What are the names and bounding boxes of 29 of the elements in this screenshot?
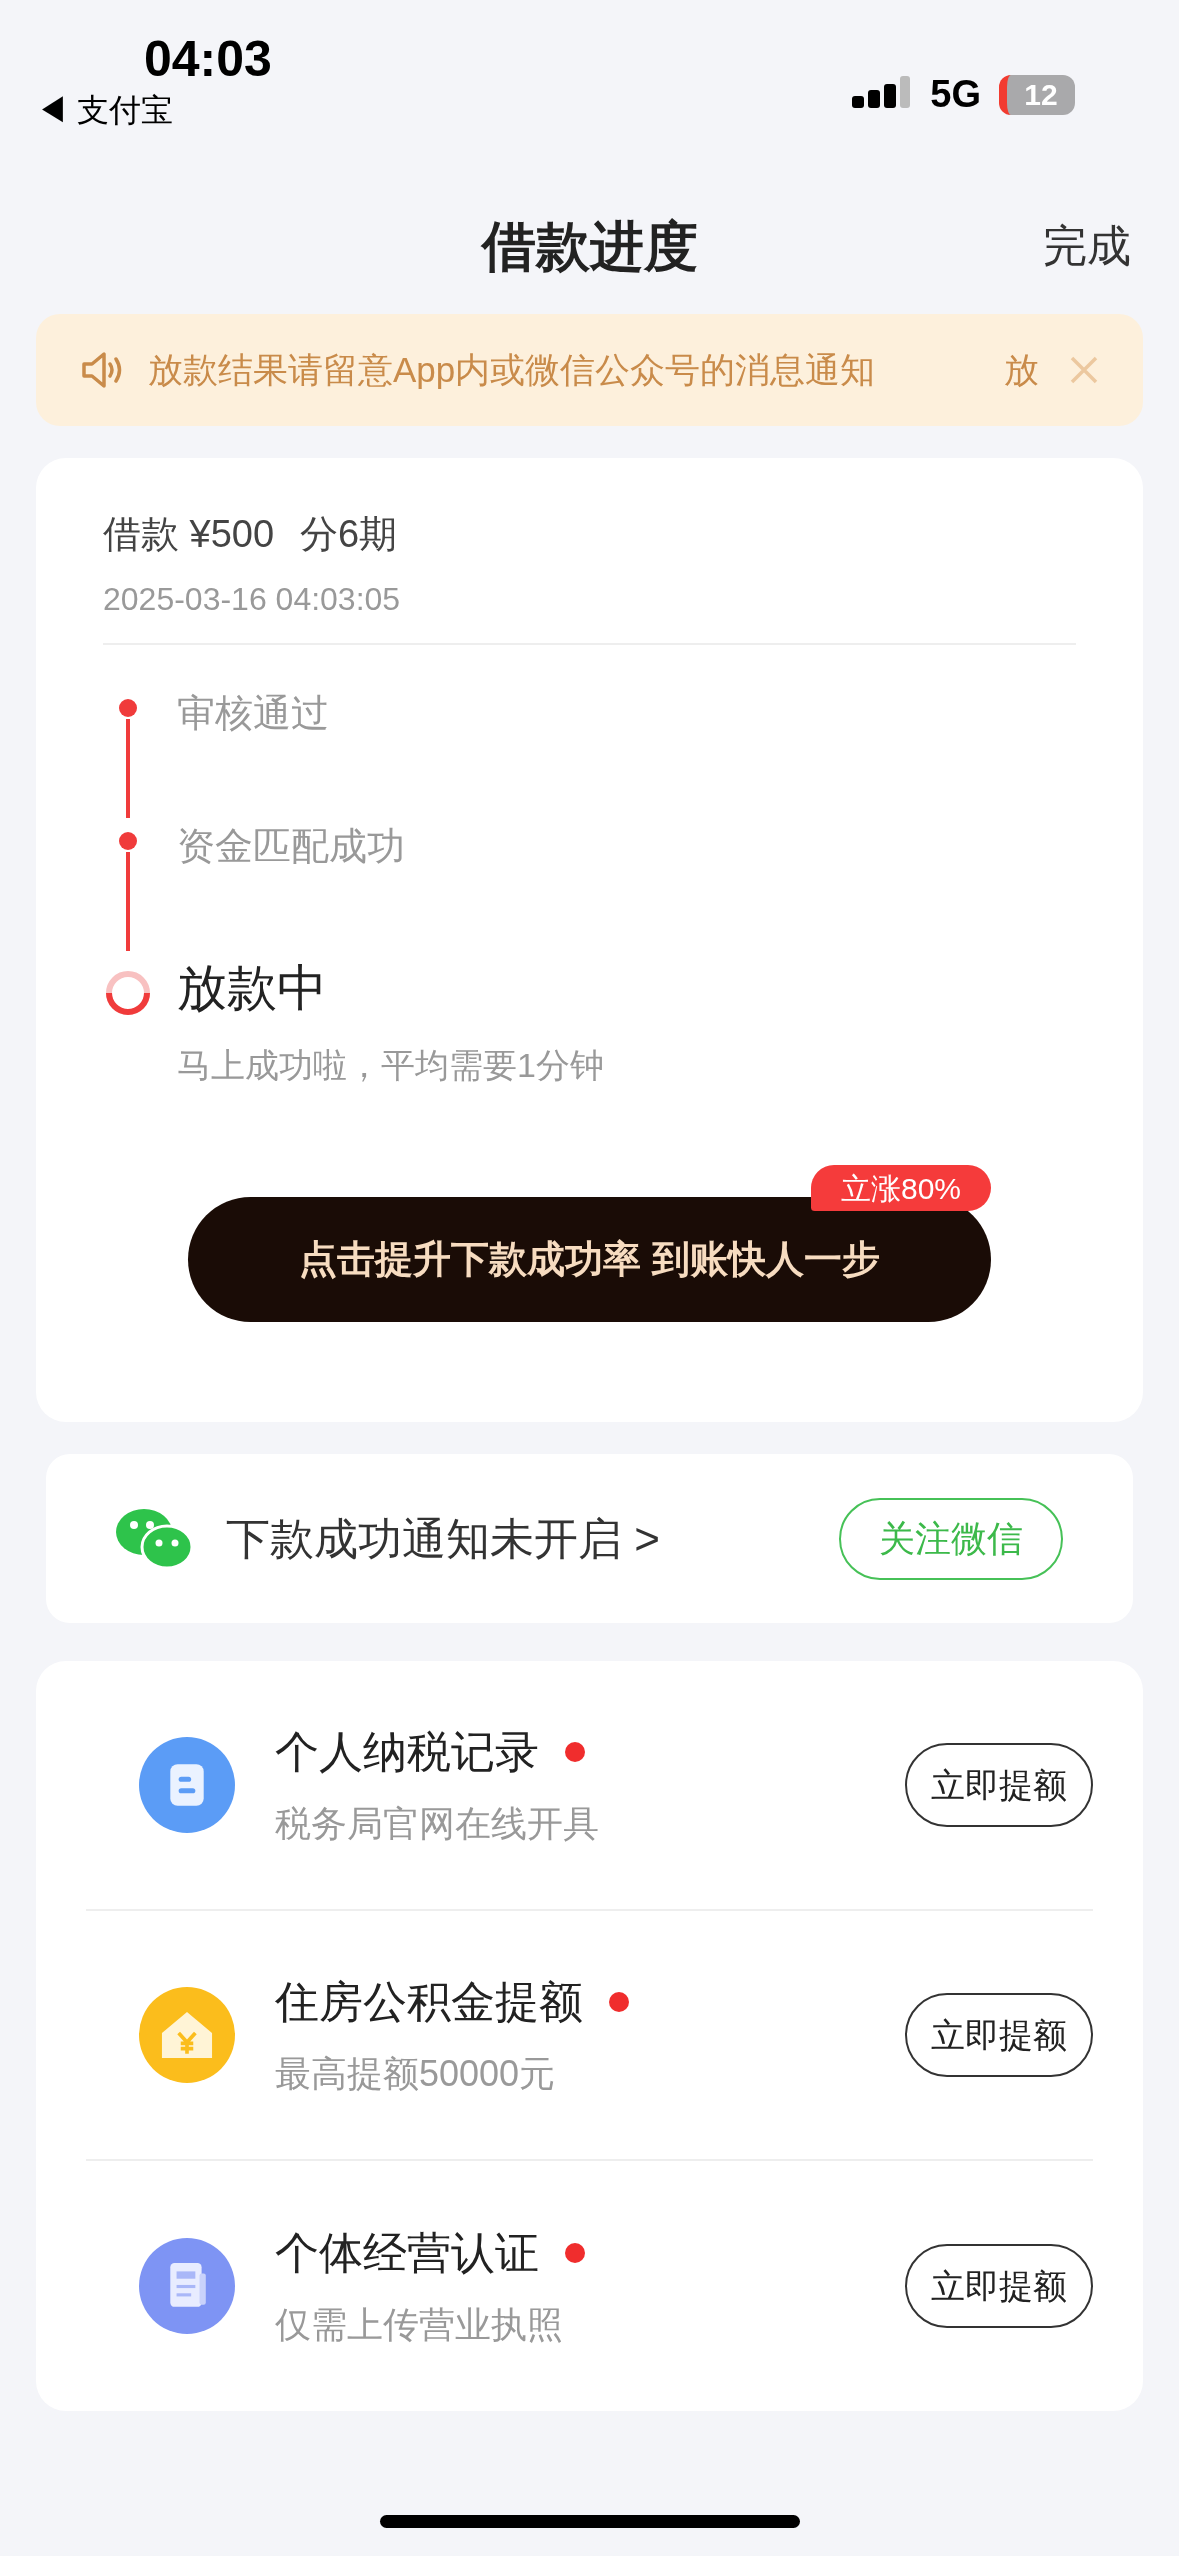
step-note: 马上成功啦，平均需要1分钟 [177, 1045, 604, 1086]
page-title: 借款进度 [481, 214, 698, 278]
back-to-app-link[interactable]: ◀ 支付宝 [36, 94, 272, 126]
raise-limit-button[interactable]: 立即提额 [905, 2244, 1093, 2328]
status-time: 04:03 [144, 34, 272, 84]
offer-subtitle: 最高提额50000元 [275, 2052, 557, 2096]
notice-text: 放款结果请留意App内或微信公众号的消息通知 [148, 348, 876, 391]
loan-term: 分6期 [300, 512, 398, 557]
notice-overflow-text: 放 [1004, 348, 1039, 391]
raise-limit-button[interactable]: 立即提额 [905, 1743, 1093, 1827]
loan-amount: 借款 ¥500 [103, 512, 275, 557]
step-label: 放款中 [177, 959, 328, 1018]
step-label: 资金匹配成功 [177, 824, 405, 869]
chat-bubbles-icon [116, 1507, 192, 1570]
battery-indicator: 12 [999, 74, 1075, 115]
offer-title: 个体经营认证 [275, 2227, 539, 2279]
speaker-icon [80, 350, 124, 390]
step-label: 审核通过 [177, 691, 329, 736]
offer-subtitle: 仅需上传营业执照 [275, 2303, 564, 2347]
boost-badge: 立涨80% [810, 1165, 991, 1211]
offer-subtitle: 税务局官网在线开具 [275, 1802, 599, 1846]
raise-limit-button[interactable]: 立即提额 [905, 1993, 1093, 2077]
done-button[interactable]: 完成 [1043, 213, 1131, 279]
loan-time: 2025-03-16 04:03:05 [103, 580, 402, 619]
offer-title: 住房公积金提额 [275, 1976, 583, 2028]
network-label: 5G [930, 72, 981, 117]
close-icon[interactable] [1069, 355, 1099, 385]
wechat-notice-link[interactable]: 下款成功通知未开启 > [226, 1505, 660, 1572]
offer-title: 个人纳税记录 [275, 1726, 539, 1778]
